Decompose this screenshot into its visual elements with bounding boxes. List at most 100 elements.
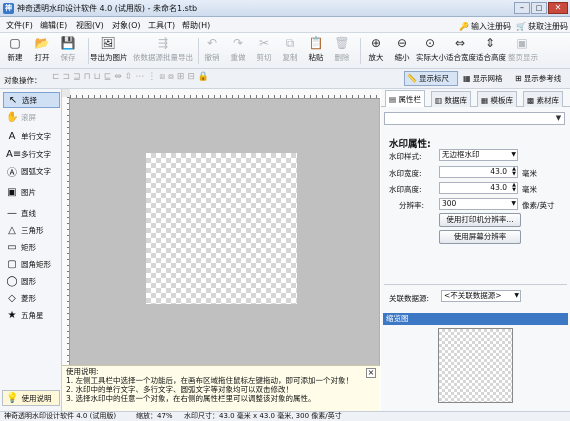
ruler-corner (62, 89, 70, 97)
ungroup-icon[interactable]: ⊟ (187, 72, 195, 86)
spinner-icon[interactable]: ▲ ▼ (512, 167, 516, 177)
object-selector[interactable]: ▼ (384, 112, 565, 125)
help-line: 3. 选择水印中的任意一个对象，在右侧的属性栏里可以调整该对象的属性。 (66, 394, 316, 403)
chevron-down-icon: ▼ (514, 292, 519, 299)
multi-text-icon: A≡ (6, 148, 22, 160)
toolbar-button-new[interactable]: ▢ 新建 (3, 35, 27, 67)
datasource-select[interactable]: <不关联数据源> ▼ (441, 290, 521, 302)
toolbar-button-full-page[interactable]: ▣ 整页显示 (508, 35, 538, 67)
tab-materials[interactable]: ▩ 素材库 (523, 91, 563, 107)
dpi-select[interactable]: 300 ▼ (439, 198, 518, 210)
align-right-icon[interactable]: ⊒ (73, 72, 81, 86)
toolbar-button-save[interactable]: 💾 保存 (56, 35, 80, 67)
tool-multi-text[interactable]: A≡ 多行文字 (3, 146, 60, 162)
tool-label: 菱形 (21, 293, 36, 303)
tool-hand[interactable]: ✋ 滚屏 (3, 109, 60, 125)
tab-templates[interactable]: ▦ 模板库 (477, 91, 517, 107)
toolbar-button-zoom-in[interactable]: ⊕ 放大 (364, 35, 388, 67)
guides-icon: ⊞ (515, 74, 522, 83)
tool-single-text[interactable]: A 单行文字 (3, 128, 60, 144)
toolbar-button-open[interactable]: 📂 打开 (30, 35, 54, 67)
get-code-button[interactable]: 🛒 获取注册码 (516, 20, 568, 32)
tool-triangle[interactable]: △ 三角形 (3, 222, 60, 238)
tool-line[interactable]: — 直线 (3, 205, 60, 221)
toolbar-button-actual-size[interactable]: ⊙ 实际大小 (416, 35, 446, 67)
bring-front-icon[interactable]: ⧈ (159, 72, 165, 86)
toolbar-button-delete[interactable]: 🗑 删除 (330, 35, 354, 67)
same-width-icon[interactable]: ⇹ (114, 72, 122, 86)
toolbar-button-label: 导出为图片 (90, 53, 128, 62)
menu-help[interactable]: 帮助(H) (182, 20, 210, 31)
star-icon: ★ (7, 309, 17, 321)
toolbar-button-copy[interactable]: ⧉ 复制 (278, 35, 302, 67)
tool-label: 多行文字 (21, 149, 51, 159)
spinner-icon[interactable]: ▲ ▼ (512, 183, 516, 193)
align-center-icon[interactable]: ⊐ (63, 72, 71, 86)
tool-ellipse[interactable]: ◯ 圆形 (3, 273, 60, 289)
undo-icon: ↶ (206, 36, 218, 50)
align-middle-icon[interactable]: ⊔ (94, 72, 101, 86)
toolbar-button-undo[interactable]: ↶ 撤销 (200, 35, 224, 67)
use-printer-dpi-button[interactable]: 使用打印机分辨率... (439, 213, 521, 227)
help-close-button[interactable]: × (366, 368, 376, 378)
menu-tools[interactable]: 工具(T) (148, 20, 175, 31)
minimize-button[interactable]: – (514, 2, 530, 14)
height-field[interactable]: 43.0 ▲ ▼ (439, 182, 518, 194)
lock-icon[interactable]: 🔒 (198, 72, 209, 86)
show-guides-toggle[interactable]: ⊞ 显示参考线 (513, 71, 569, 86)
tool-arc-text[interactable]: Ⓐ 圆弧文字 (3, 163, 60, 179)
toolbar-button-paste[interactable]: 📋 粘贴 (304, 35, 328, 67)
tool-diamond[interactable]: ◇ 菱形 (3, 290, 60, 306)
width-field[interactable]: 43.0 ▲ ▼ (439, 166, 518, 178)
tool-rectangle[interactable]: ▭ 矩形 (3, 239, 60, 255)
menu-edit[interactable]: 编辑(E) (40, 20, 67, 31)
toolbar-button-fit-height[interactable]: ⇕ 适合高度 (476, 35, 506, 67)
maximize-button[interactable]: □ (531, 2, 547, 14)
status-size: 水印尺寸：43.0 毫米 x 43.0 毫米, 300 像素/英寸 (184, 412, 342, 420)
group-icon[interactable]: ⊞ (177, 72, 185, 86)
menu-file[interactable]: 文件(F) (6, 20, 33, 31)
toolbar-button-fit-width[interactable]: ⇔ 适合宽度 (446, 35, 476, 67)
close-button[interactable]: ✕ (548, 2, 568, 14)
distribute-h-icon[interactable]: ⋯ (135, 72, 144, 86)
enter-code-button[interactable]: 🔑 输入注册码 (459, 20, 511, 32)
toolbar-button-zoom-out[interactable]: ⊖ 缩小 (390, 35, 414, 67)
send-back-icon[interactable]: ⧇ (168, 72, 174, 86)
tool-picture[interactable]: ▣ 图片 (3, 184, 60, 200)
show-ruler-toggle[interactable]: 📏 显示标尺 (404, 71, 458, 86)
delete-icon: 🗑 (334, 36, 350, 50)
menu-view[interactable]: 视图(V) (76, 20, 104, 31)
show-grid-toggle[interactable]: ▦ 显示网格 (461, 71, 515, 86)
toolbar-button-label: 剪切 (256, 53, 272, 62)
tool-select-arrow[interactable]: ↖ 选择 (3, 92, 60, 108)
toolbar-button-redo[interactable]: ↷ 重做 (226, 35, 250, 67)
align-left-icon[interactable]: ⊏ (52, 72, 60, 86)
distribute-v-icon[interactable]: ⋮ (147, 72, 156, 86)
align-top-icon[interactable]: ⊓ (84, 72, 91, 86)
toolbar-button-batch-export[interactable]: ⇶ 依数据源批量导出 (128, 35, 198, 67)
toolbar-button-export-image[interactable]: 🖼 导出为图片 (90, 35, 128, 67)
ellipse-icon: ◯ (6, 275, 18, 287)
toolbar-button-cut[interactable]: ✂ 剪切 (252, 35, 276, 67)
watermark-canvas[interactable] (146, 153, 297, 304)
zoom-out-icon: ⊖ (396, 36, 408, 50)
status-zoom: 缩放：47% (136, 412, 173, 420)
tab-database[interactable]: ▥ 数据库 (431, 91, 471, 107)
help-guide-button[interactable]: 💡 使用说明 (2, 390, 60, 406)
toolbar-button-label: 撤销 (204, 53, 220, 62)
rounded-rect-icon: ▢ (7, 258, 17, 270)
object-ops-icons: ⊏ ⊐ ⊒ ⊓ ⊔ ⊑ ⇹ ⇳ ⋯ ⋮ ⧈ ⧇ ⊞ ⊟ 🔒 (52, 72, 378, 86)
cart-icon: 🛒 (516, 21, 526, 31)
tool-rounded-rect[interactable]: ▢ 圆角矩形 (3, 256, 60, 272)
tab-properties[interactable]: ▤ 属性栏 (385, 90, 425, 107)
tool-label: 图片 (21, 187, 36, 197)
actual-size-icon: ⊙ (424, 36, 436, 50)
hand-icon: ✋ (6, 111, 19, 123)
thumbnail-preview (438, 328, 513, 403)
use-screen-dpi-button[interactable]: 使用屏幕分辨率 (439, 230, 521, 244)
menu-object[interactable]: 对象(O) (112, 20, 141, 31)
same-height-icon[interactable]: ⇳ (125, 72, 133, 86)
tool-star[interactable]: ★ 五角星 (3, 307, 60, 323)
align-bottom-icon[interactable]: ⊑ (104, 72, 112, 86)
style-select[interactable]: 无边框水印 ▼ (439, 149, 518, 161)
